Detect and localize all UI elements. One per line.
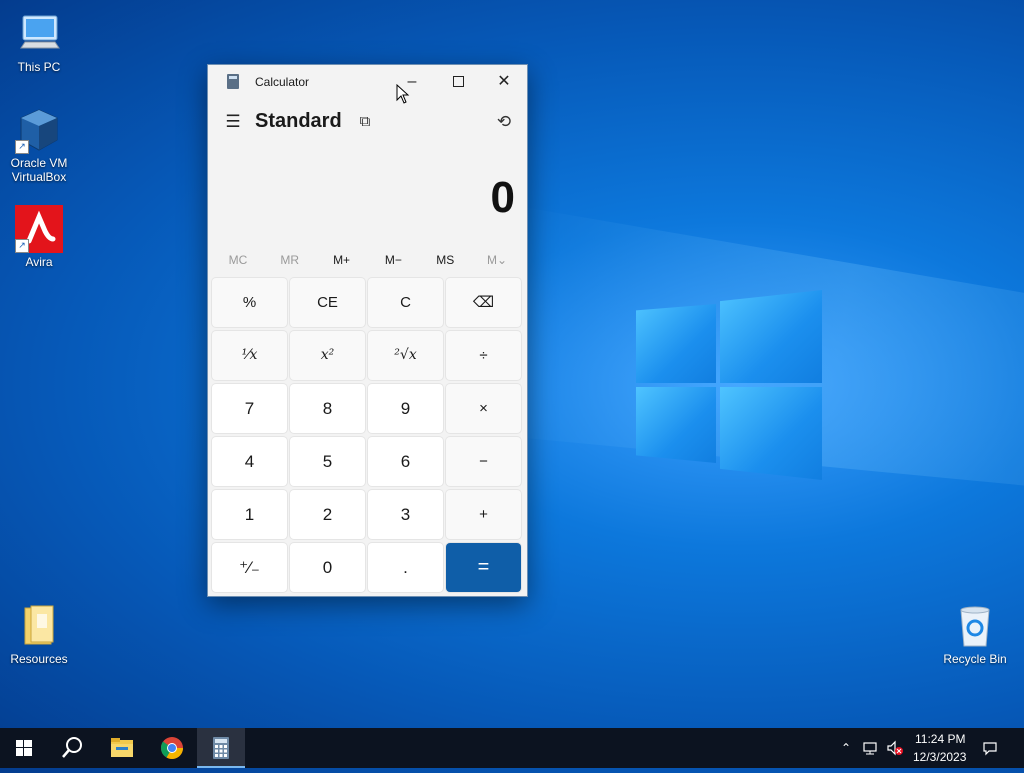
- maximize-button[interactable]: [435, 65, 481, 99]
- clock-time[interactable]: 11:24 PM: [915, 732, 965, 746]
- add-button[interactable]: +: [446, 490, 521, 539]
- mouse-cursor-icon: [396, 84, 410, 104]
- search-button[interactable]: [48, 728, 96, 768]
- percent-button[interactable]: %: [212, 278, 287, 327]
- subtract-button[interactable]: −: [446, 437, 521, 486]
- clear-button[interactable]: C: [368, 278, 443, 327]
- windows-start-icon: [16, 740, 32, 756]
- multiply-button[interactable]: ×: [446, 384, 521, 433]
- mode-title: Standard: [255, 110, 342, 132]
- close-icon: ✕: [497, 73, 511, 90]
- calculator-window[interactable]: Calculator – ✕ ☰ Standard ⧉ ⟲ 0 MC MR M+…: [207, 64, 528, 597]
- backspace-button[interactable]: ⌫: [446, 278, 521, 327]
- start-button[interactable]: [0, 728, 48, 768]
- close-button[interactable]: ✕: [481, 65, 527, 99]
- desktop-icon-virtualbox[interactable]: ↗ Oracle VM VirtualBox: [1, 106, 77, 184]
- taskbar-file-explorer[interactable]: [98, 728, 146, 768]
- digit-9-button[interactable]: 9: [368, 384, 443, 433]
- history-button[interactable]: ⟲: [493, 111, 515, 133]
- search-icon: [62, 737, 82, 758]
- chrome-icon: [160, 737, 183, 759]
- digit-1-button[interactable]: 1: [212, 490, 287, 539]
- digit-5-button[interactable]: 5: [290, 437, 365, 486]
- decimal-point-button[interactable]: .: [368, 543, 443, 592]
- memory-clear-button[interactable]: MC: [212, 247, 264, 273]
- digit-8-button[interactable]: 8: [290, 384, 365, 433]
- navigation-menu-button[interactable]: ☰: [222, 111, 244, 133]
- digit-6-button[interactable]: 6: [368, 437, 443, 486]
- desktop-icon-avira[interactable]: ↗ Avira: [1, 205, 77, 269]
- title-bar[interactable]: Calculator – ✕: [208, 65, 527, 99]
- show-hidden-icons-chevron-icon[interactable]: ⌃: [838, 740, 854, 756]
- memory-recall-button[interactable]: MR: [264, 247, 316, 273]
- clock-date[interactable]: 12/3/2023: [913, 750, 966, 764]
- desktop-icon-resources[interactable]: Resources: [1, 602, 77, 666]
- windows-logo-wallpaper: [636, 290, 822, 480]
- digit-0-button[interactable]: 0: [290, 543, 365, 592]
- folder-icon: [15, 602, 63, 650]
- volume-muted-icon[interactable]: [886, 740, 903, 756]
- folder-icon: [111, 738, 133, 757]
- memory-add-button[interactable]: M+: [316, 247, 368, 273]
- digit-2-button[interactable]: 2: [290, 490, 365, 539]
- calculator-icon: [213, 737, 229, 759]
- shortcut-arrow-icon: ↗: [15, 239, 29, 253]
- digit-4-button[interactable]: 4: [212, 437, 287, 486]
- network-icon[interactable]: [862, 740, 878, 756]
- calculator-app-icon: [227, 74, 239, 89]
- digit-7-button[interactable]: 7: [212, 384, 287, 433]
- shortcut-arrow-icon: ↗: [15, 140, 29, 154]
- negate-button[interactable]: ⁺⁄₋: [212, 543, 287, 592]
- virtualbox-icon: ↗: [15, 106, 63, 154]
- window-title: Calculator: [255, 75, 310, 89]
- clear-entry-button[interactable]: CE: [290, 278, 365, 327]
- keypad: % CE C ⌫ ¹⁄x x² ²√x ÷ 7 8 9 × 4 5 6 − 1 …: [212, 278, 525, 592]
- square-root-button[interactable]: ²√x: [368, 331, 443, 380]
- memory-subtract-button[interactable]: M−: [367, 247, 419, 273]
- equals-button[interactable]: =: [446, 543, 521, 592]
- taskbar-chrome[interactable]: [148, 728, 196, 768]
- history-icon: ⟲: [496, 112, 512, 131]
- digit-3-button[interactable]: 3: [368, 490, 443, 539]
- hamburger-icon: ☰: [225, 112, 241, 131]
- keep-on-top-icon: ⧉: [359, 113, 371, 130]
- memory-row: MC MR M+ M− MS M⌄: [212, 247, 523, 273]
- desktop-icon-recycle-bin[interactable]: Recycle Bin: [937, 602, 1013, 666]
- taskbar-calculator[interactable]: [197, 728, 245, 768]
- divide-button[interactable]: ÷: [446, 331, 521, 380]
- action-center-icon[interactable]: [982, 740, 998, 756]
- keep-on-top-button[interactable]: ⧉: [354, 111, 376, 133]
- maximize-icon: [452, 76, 464, 88]
- computer-icon: [15, 10, 63, 58]
- recycle-bin-icon: [951, 602, 999, 650]
- square-button[interactable]: x²: [290, 331, 365, 380]
- avira-icon: ↗: [15, 205, 63, 253]
- desktop-icon-this-pc[interactable]: This PC: [1, 10, 77, 74]
- reciprocal-button[interactable]: ¹⁄x: [212, 331, 287, 380]
- memory-store-button[interactable]: MS: [419, 247, 471, 273]
- calculator-header: ☰ Standard ⧉ ⟲: [208, 105, 527, 141]
- taskbar: ⌃ 11:24 PM 12/3/2023: [0, 728, 1024, 768]
- memory-list-button[interactable]: M⌄: [471, 247, 523, 273]
- result-display: 0: [490, 173, 515, 222]
